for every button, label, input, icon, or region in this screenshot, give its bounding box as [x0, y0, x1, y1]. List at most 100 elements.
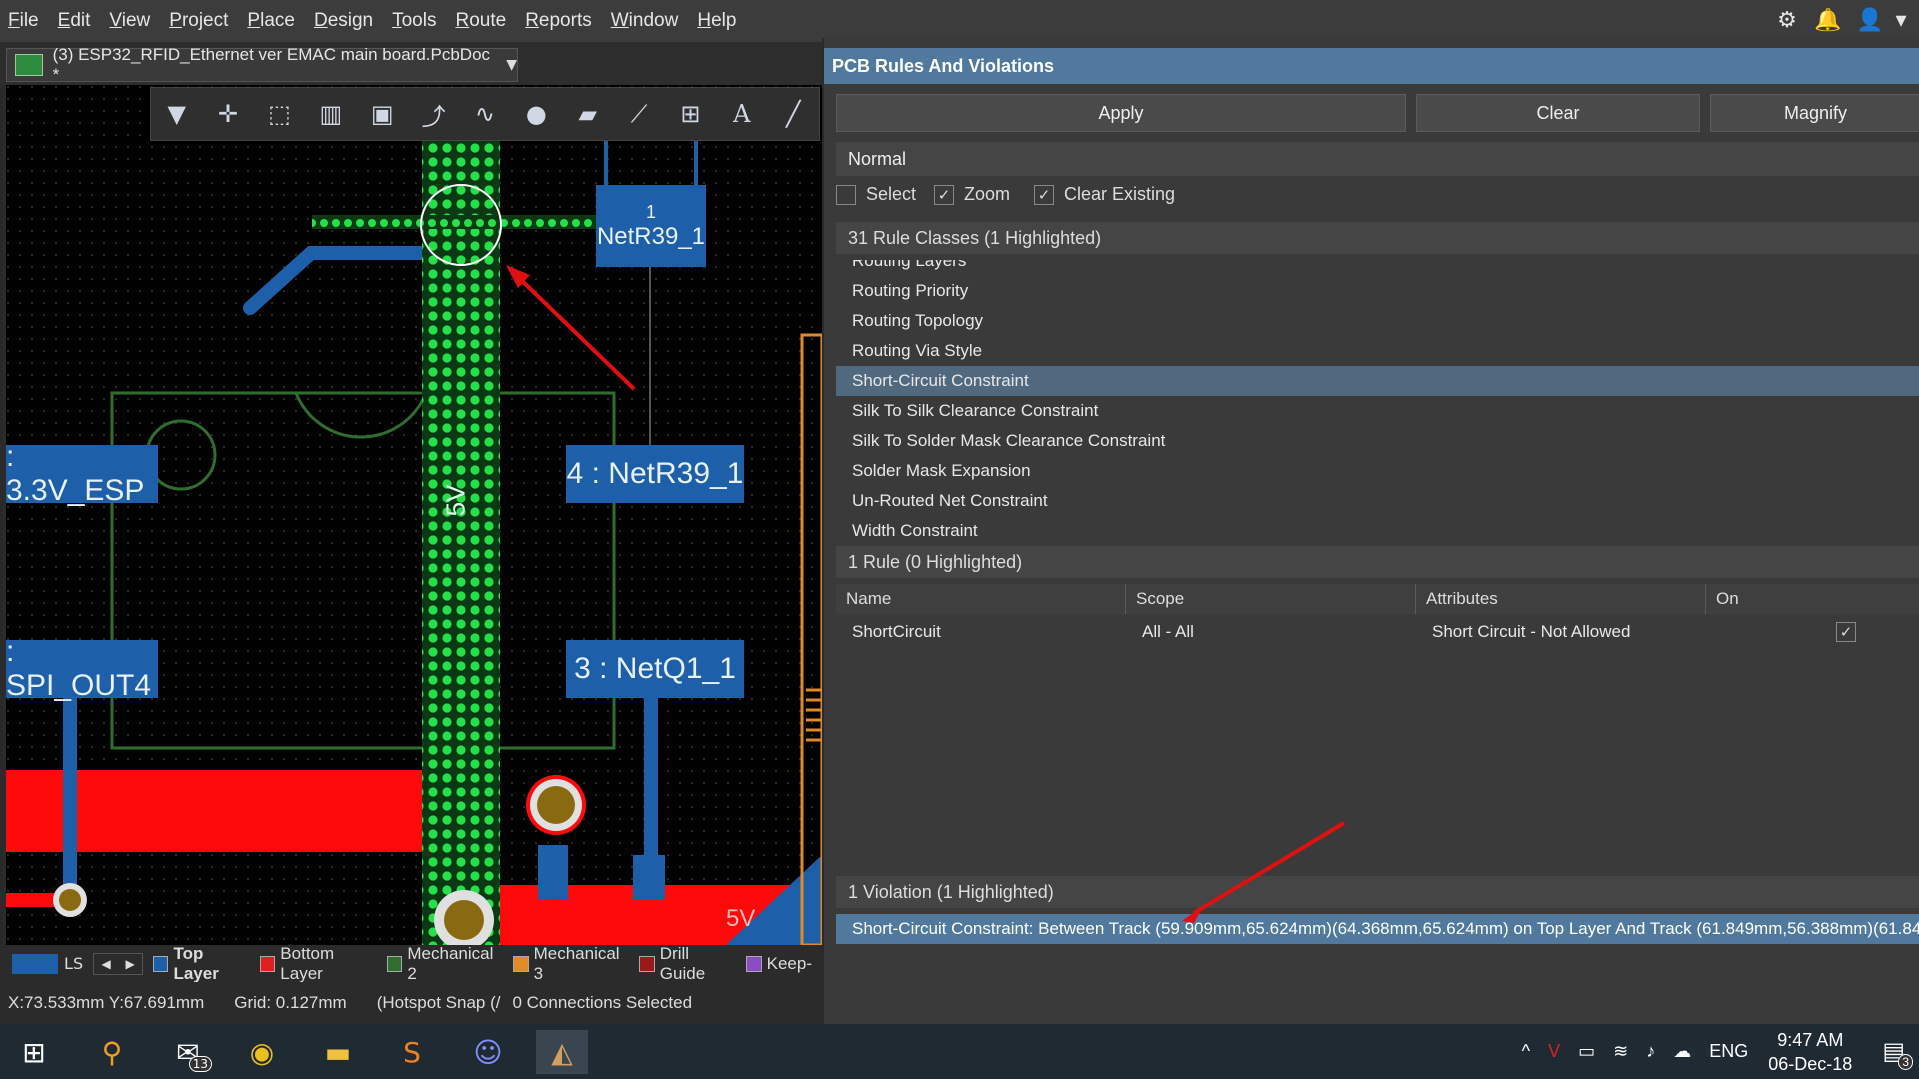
menu-edit[interactable]: Edit — [58, 10, 91, 32]
move-icon[interactable]: ✛ — [211, 97, 245, 131]
menu-reports[interactable]: Reports — [525, 10, 592, 32]
net-label-pin4[interactable]: 4 : NetR39_1 — [566, 445, 744, 503]
layer-tab-mech3[interactable]: Mechanical 3 — [513, 944, 629, 984]
chevron-down-icon[interactable]: ▼ — [506, 57, 517, 73]
check-icon[interactable]: ✓ — [934, 184, 954, 205]
menu-tools[interactable]: Tools — [392, 10, 436, 32]
check-icon[interactable]: ✓ — [1034, 184, 1054, 205]
wifi-icon[interactable]: ≋ — [1613, 1041, 1628, 1062]
column-name[interactable]: Name — [836, 584, 1126, 614]
clear-button[interactable]: Clear — [1416, 94, 1700, 132]
sublime-icon[interactable]: S — [386, 1030, 438, 1074]
apply-button[interactable]: Apply — [836, 94, 1406, 132]
net-label-pin3[interactable]: 3 : NetQ1_1 — [566, 640, 744, 698]
violation-row[interactable]: Short-Circuit Constraint: Between Track … — [836, 914, 1919, 944]
gear-icon[interactable]: ⚙ — [1774, 8, 1800, 34]
list-item[interactable]: Routing Layers — [836, 260, 1919, 276]
layer-swatch — [153, 955, 169, 972]
net-label-3v3[interactable]: : 3.3V_ESP — [6, 440, 158, 507]
arrow-right-icon[interactable]: ▶ — [125, 957, 134, 971]
align-icon[interactable]: ▥ — [314, 97, 348, 131]
column-scope[interactable]: Scope — [1126, 584, 1416, 614]
zoom-checkbox[interactable]: ✓ Zoom — [934, 184, 1010, 205]
language[interactable]: ENG — [1709, 1041, 1748, 1062]
route-icon[interactable]: ⤴ — [417, 97, 451, 131]
cloud-icon[interactable]: ☁ — [1673, 1041, 1691, 1062]
select-rect-icon[interactable]: ⬚ — [262, 97, 296, 131]
rule-on-checkbox[interactable]: ✓ — [1836, 616, 1876, 648]
clear-existing-checkbox[interactable]: ✓ Clear Existing — [1034, 184, 1175, 205]
mode-dropdown[interactable]: Normal — [836, 142, 1919, 176]
layer-tab-top[interactable]: Top Layer — [153, 944, 250, 984]
menu-bar: File Edit View Project Place Design Tool… — [0, 0, 1919, 42]
text-icon[interactable]: A — [725, 97, 759, 131]
column-attributes[interactable]: Attributes — [1416, 584, 1706, 614]
interactive-route-icon[interactable]: ⟋ — [622, 97, 656, 131]
search-icon[interactable]: ⚲ — [86, 1030, 138, 1074]
pcb-canvas[interactable]: 1 NetR39_1 4 : NetR39_1 3 : NetQ1_1 : 3.… — [6, 85, 822, 945]
diff-pair-icon[interactable]: ∿ — [468, 97, 502, 131]
layer-tab-mech2[interactable]: Mechanical 2 — [387, 944, 503, 984]
layer-tab-bottom[interactable]: Bottom Layer — [259, 944, 377, 984]
menu-help[interactable]: Help — [697, 10, 736, 32]
layer-label: Mechanical 2 — [407, 943, 494, 983]
clock[interactable]: 9:47 AM 06-Dec-18 — [1768, 1028, 1852, 1076]
altium-icon[interactable]: ◭ — [536, 1030, 588, 1074]
line-icon[interactable]: ╱ — [776, 97, 810, 131]
menu-file[interactable]: File — [8, 10, 39, 32]
document-tab[interactable]: (3) ESP32_RFID_Ethernet ver EMAC main bo… — [6, 45, 518, 84]
current-layer-swatch — [12, 953, 59, 974]
dimension-icon[interactable]: ⊞ — [673, 97, 707, 131]
polygon-icon[interactable]: ▰ — [571, 97, 605, 131]
column-on[interactable]: On — [1706, 584, 1919, 614]
discord-icon[interactable]: ☺ — [462, 1030, 514, 1074]
bell-icon[interactable]: 🔔 — [1814, 8, 1841, 34]
chevron-down-icon[interactable]: ▾ — [1888, 8, 1914, 34]
vivaldi-icon[interactable]: V — [1548, 1041, 1560, 1062]
document-title: (3) ESP32_RFID_Ethernet ver EMAC main bo… — [52, 45, 491, 84]
select-checkbox[interactable]: Select — [836, 184, 916, 205]
chrome-icon[interactable]: ◉ — [236, 1030, 288, 1074]
layer-tab-keepout[interactable]: Keep- — [745, 954, 812, 974]
menu-view[interactable]: View — [109, 10, 150, 32]
pin-number: 1 — [645, 201, 656, 222]
list-item[interactable]: Silk To Silk Clearance Constraint — [836, 396, 1919, 426]
arrow-left-icon[interactable]: ◀ — [101, 957, 110, 971]
component-icon[interactable]: ▣ — [365, 97, 399, 131]
list-item[interactable]: Solder Mask Expansion — [836, 456, 1919, 486]
check-icon[interactable]: ✓ — [1836, 622, 1856, 642]
notification-icon[interactable]: ▤ 3 — [1882, 1037, 1913, 1070]
windows-taskbar: ⊞ ⚲ ✉ 13 ◉ ▬ S ☺ ◭ ^ V ▭ ≋ ♪ ☁ ENG 9:47 A… — [0, 1024, 1919, 1079]
menu-place[interactable]: Place — [247, 10, 295, 32]
list-item[interactable]: Routing Priority — [836, 276, 1919, 306]
table-row[interactable]: ShortCircuit All - All Short Circuit - N… — [836, 616, 1919, 648]
magnify-button[interactable]: Magnify — [1710, 94, 1919, 132]
layer-tab-drill[interactable]: Drill Guide — [639, 944, 735, 984]
filter-icon[interactable]: ▼ — [160, 97, 194, 131]
pcb-toolbar: ▼ ✛ ⬚ ▥ ▣ ⤴ ∿ ● ▰ ⟋ ⊞ A ╱ — [150, 87, 820, 141]
red-arrow-annotation — [1182, 821, 1346, 923]
list-item-highlighted[interactable]: Short-Circuit Constraint — [836, 366, 1919, 396]
menu-design[interactable]: Design — [314, 10, 373, 32]
net-label-spi-out4[interactable]: : SPI_OUT4 — [6, 635, 158, 702]
menu-window[interactable]: Window — [611, 10, 679, 32]
menu-project[interactable]: Project — [169, 10, 228, 32]
user-icon[interactable]: 👤 — [1856, 8, 1883, 34]
volume-icon[interactable]: ♪ — [1646, 1041, 1655, 1062]
folder-icon[interactable]: ▬ — [312, 1030, 364, 1074]
list-item[interactable]: Un-Routed Net Constraint — [836, 486, 1919, 516]
via-icon[interactable]: ● — [519, 97, 553, 131]
layer-scroll[interactable]: ◀ ▶ — [93, 952, 144, 975]
list-item[interactable]: Routing Topology — [836, 306, 1919, 336]
checkbox-box[interactable] — [836, 184, 856, 205]
chevron-up-icon[interactable]: ^ — [1522, 1041, 1530, 1062]
list-item[interactable]: Width Constraint — [836, 516, 1919, 546]
list-item[interactable]: Routing Via Style — [836, 336, 1919, 366]
list-item[interactable]: Silk To Solder Mask Clearance Constraint — [836, 426, 1919, 456]
net-label-netr39-top[interactable]: 1 NetR39_1 — [596, 185, 706, 267]
ls-button[interactable]: LS — [64, 954, 83, 973]
mail-icon[interactable]: ✉ 13 — [162, 1030, 214, 1074]
menu-route[interactable]: Route — [455, 10, 506, 32]
battery-icon[interactable]: ▭ — [1578, 1041, 1595, 1062]
windows-start-icon[interactable]: ⊞ — [8, 1030, 60, 1074]
